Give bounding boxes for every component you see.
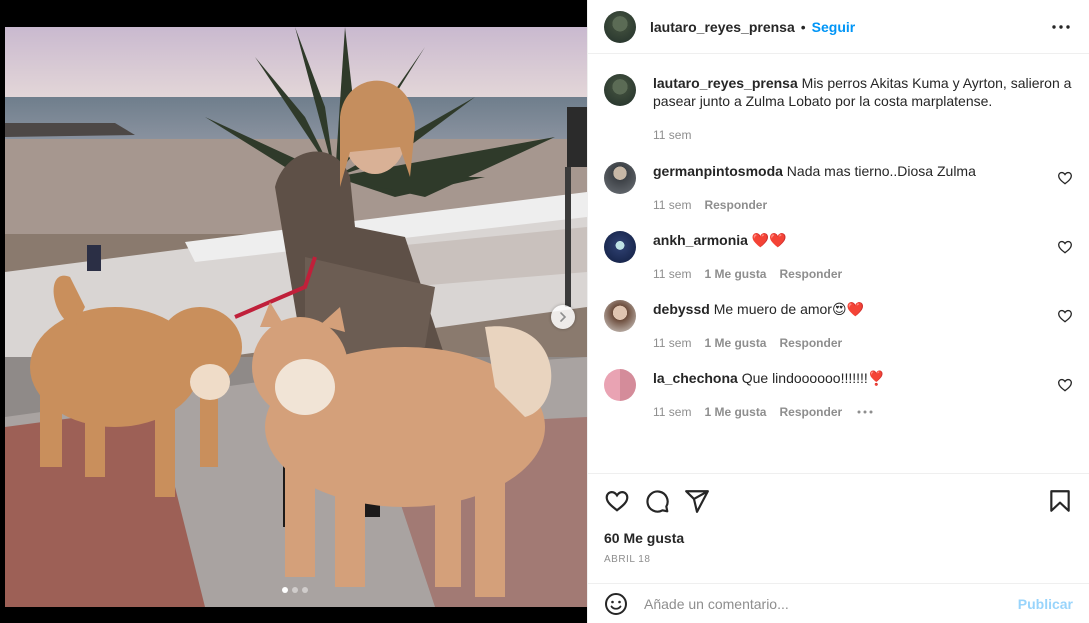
comment-username[interactable]: la_chechona <box>653 370 738 386</box>
post-date[interactable]: ABRIL 18 <box>604 554 1073 565</box>
emoji-icon[interactable] <box>604 592 628 616</box>
comment-avatar[interactable] <box>604 369 636 401</box>
comment-likes[interactable]: 1 Me gusta <box>704 265 766 283</box>
comment-username[interactable]: ankh_armonia <box>653 232 748 248</box>
carousel-dot-1 <box>282 587 288 593</box>
comment-item: ankh_armonia ❤️❤️ 11 sem 1 Me gusta Resp… <box>604 231 1073 283</box>
publish-button[interactable]: Publicar <box>1018 596 1073 612</box>
reply-button[interactable]: Responder <box>779 265 842 283</box>
comment-username[interactable]: germanpintosmoda <box>653 163 783 179</box>
reply-button[interactable]: Responder <box>779 334 842 352</box>
heart-icon[interactable] <box>604 488 630 514</box>
chevron-right-icon <box>560 312 567 322</box>
separator-dot: • <box>800 18 806 35</box>
paper-plane-icon[interactable] <box>684 488 710 514</box>
reply-button[interactable]: Responder <box>704 196 767 214</box>
add-comment-bar: Publicar <box>588 583 1089 623</box>
comment-item: la_chechona Que lindoooooo!!!!!!!❣️ 11 s… <box>604 369 1073 421</box>
comments-list: lautaro_reyes_prensa Mis perros Akitas K… <box>588 55 1089 473</box>
heart-icon[interactable] <box>1057 377 1073 393</box>
heart-icon[interactable] <box>1057 308 1073 324</box>
comment-item: debyssd Me muero de amor😍❤️ 11 sem 1 Me … <box>604 300 1073 352</box>
comment-time[interactable]: 11 sem <box>653 265 691 283</box>
caption-avatar[interactable] <box>604 74 636 106</box>
comment-text: ❤️❤️ <box>751 232 787 248</box>
post-caption: lautaro_reyes_prensa Mis perros Akitas K… <box>604 74 1073 144</box>
bookmark-icon[interactable] <box>1047 488 1073 514</box>
comment-input[interactable] <box>644 595 1018 612</box>
caption-time[interactable]: 11 sem <box>653 126 691 144</box>
carousel-dot-3 <box>302 587 308 593</box>
carousel-next-button[interactable] <box>551 305 575 329</box>
comment-text: Que lindoooooo!!!!!!!❣️ <box>741 370 886 386</box>
photo-panel <box>0 0 587 623</box>
comment-time[interactable]: 11 sem <box>653 403 691 421</box>
comment-likes[interactable]: 1 Me gusta <box>704 334 766 352</box>
carousel-indicator <box>282 587 308 593</box>
photo-illustration <box>5 27 587 607</box>
post-header: lautaro_reyes_prensa • Seguir <box>588 0 1089 54</box>
post-photo[interactable] <box>5 27 587 607</box>
comment-icon[interactable] <box>644 488 670 514</box>
more-options-icon <box>1052 24 1070 29</box>
post-actions: 60 Me gusta ABRIL 18 <box>588 473 1089 583</box>
comment-item: germanpintosmoda Nada mas tierno..Diosa … <box>604 162 1073 214</box>
comment-time[interactable]: 11 sem <box>653 196 691 214</box>
avatar[interactable] <box>604 10 636 43</box>
likes-count[interactable]: 60 Me gusta <box>604 530 1073 546</box>
comment-avatar[interactable] <box>604 300 636 332</box>
heart-icon[interactable] <box>1057 170 1073 186</box>
comment-options-icon[interactable] <box>857 410 873 414</box>
comment-text: Me muero de amor😍❤️ <box>713 301 864 317</box>
comment-avatar[interactable] <box>604 162 636 194</box>
comment-text: Nada mas tierno..Diosa Zulma <box>786 163 976 179</box>
action-icons <box>604 488 1073 514</box>
more-options-button[interactable] <box>1049 15 1073 39</box>
comment-likes[interactable]: 1 Me gusta <box>704 403 766 421</box>
carousel-dot-2 <box>292 587 298 593</box>
heart-icon[interactable] <box>1057 239 1073 255</box>
comment-username[interactable]: debyssd <box>653 301 710 317</box>
post-side-panel: lautaro_reyes_prensa • Seguir lautaro_re… <box>587 0 1089 623</box>
reply-button[interactable]: Responder <box>779 403 842 421</box>
caption-username[interactable]: lautaro_reyes_prensa <box>653 75 798 91</box>
comment-time[interactable]: 11 sem <box>653 334 691 352</box>
comment-avatar[interactable] <box>604 231 636 263</box>
header-username[interactable]: lautaro_reyes_prensa <box>650 19 795 35</box>
follow-button[interactable]: Seguir <box>812 19 856 35</box>
